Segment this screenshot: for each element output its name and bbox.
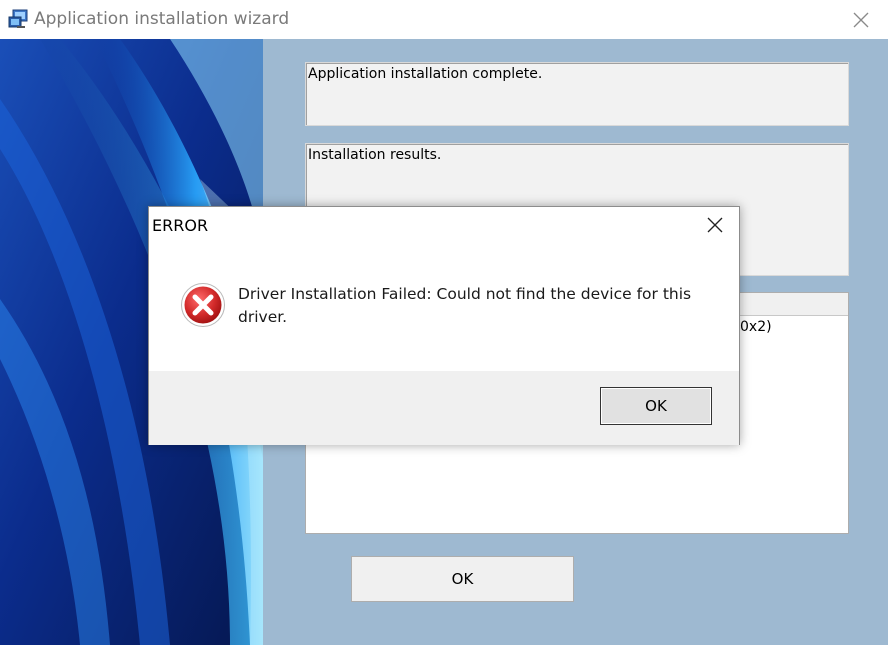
- close-icon[interactable]: [704, 214, 726, 236]
- dialog-title: ERROR: [152, 216, 209, 235]
- dialog-footer: OK: [149, 371, 739, 445]
- results-list-line: 0x2): [740, 319, 772, 335]
- window-title: Application installation wizard: [34, 9, 290, 29]
- installer-icon: [8, 9, 28, 28]
- close-icon[interactable]: [849, 8, 873, 32]
- ok-button[interactable]: OK: [351, 556, 574, 602]
- status-field: Application installation complete.: [305, 62, 849, 126]
- error-message: Driver Installation Failed: Could not fi…: [238, 285, 692, 326]
- error-dialog: ERROR Driver Installation Failed: Could …: [148, 206, 740, 445]
- status-text: Application installation complete.: [308, 66, 543, 82]
- results-summary-text: Installation results.: [308, 147, 442, 163]
- error-icon: [181, 283, 225, 327]
- dialog-ok-button[interactable]: OK: [600, 387, 712, 425]
- title-bar: Application installation wizard: [0, 0, 888, 39]
